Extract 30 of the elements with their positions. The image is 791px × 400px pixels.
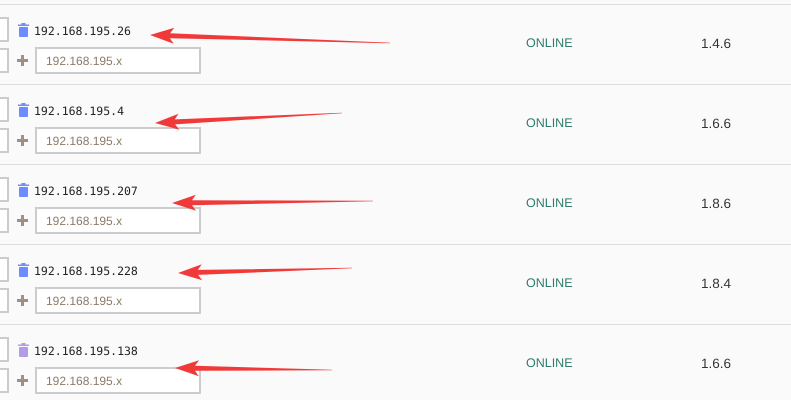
- trash-icon[interactable]: [18, 262, 29, 276]
- version-text: 1.6.6: [701, 116, 732, 131]
- plus-icon[interactable]: [17, 135, 28, 146]
- version-text: 1.4.6: [701, 36, 732, 51]
- trash-icon[interactable]: [18, 22, 29, 36]
- version-text: 1.6.6: [701, 356, 732, 371]
- ip-address: 192.168.195.138: [34, 343, 138, 358]
- ip-address: 192.168.195.228: [34, 263, 138, 278]
- status-text: ONLINE: [526, 36, 573, 50]
- ip-address: 192.168.195.4: [34, 103, 124, 118]
- trash-icon[interactable]: [18, 102, 29, 116]
- status-text: ONLINE: [526, 356, 573, 370]
- plus-icon[interactable]: [17, 55, 28, 66]
- status-text: ONLINE: [526, 116, 573, 130]
- ip-address: 192.168.195.26: [34, 23, 131, 38]
- trash-icon[interactable]: [18, 342, 29, 356]
- plus-icon[interactable]: [17, 375, 28, 386]
- ip-input-field[interactable]: 192.168.195.x: [35, 207, 201, 234]
- status-text: ONLINE: [526, 196, 573, 210]
- plus-icon[interactable]: [17, 215, 28, 226]
- version-text: 1.8.4: [701, 276, 732, 291]
- ip-input-field[interactable]: 192.168.195.x: [35, 127, 201, 154]
- ip-address: 192.168.195.207: [34, 183, 138, 198]
- version-text: 1.8.6: [701, 196, 732, 211]
- ip-input-field[interactable]: 192.168.195.x: [35, 287, 201, 314]
- ip-input-field[interactable]: 192.168.195.x: [35, 367, 201, 394]
- status-text: ONLINE: [526, 276, 573, 290]
- trash-icon[interactable]: [18, 182, 29, 196]
- plus-icon[interactable]: [17, 295, 28, 306]
- ip-input-field[interactable]: 192.168.195.x: [35, 47, 201, 74]
